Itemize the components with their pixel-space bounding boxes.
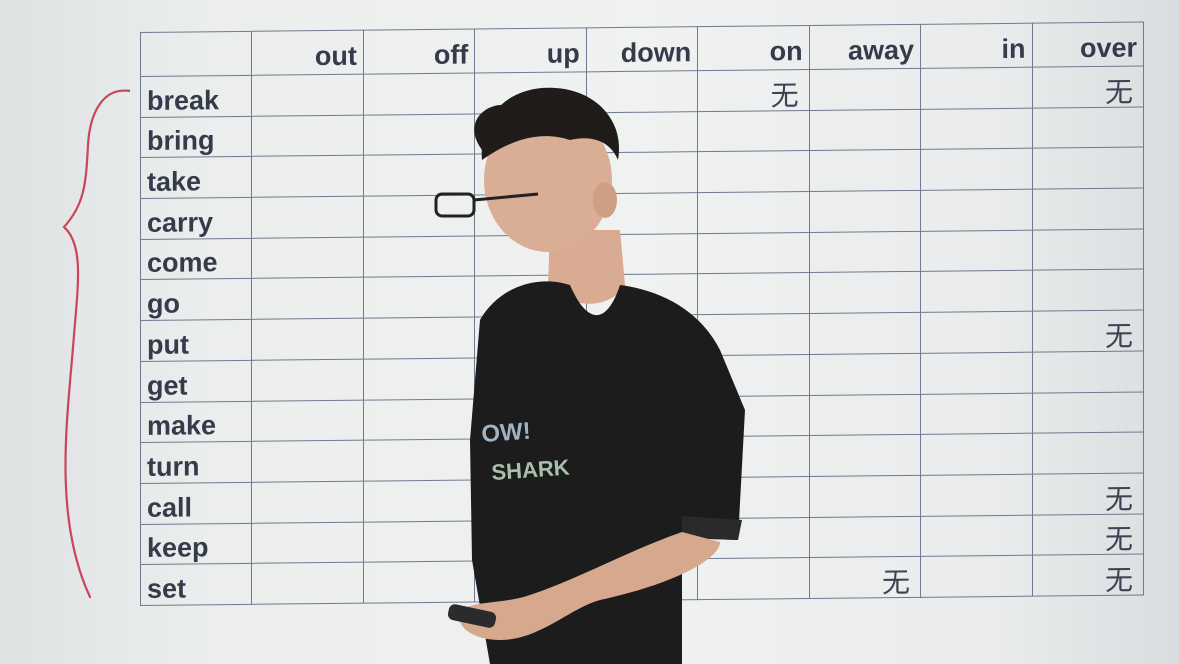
table-cell: 无 xyxy=(809,556,921,599)
table-cell xyxy=(1032,432,1144,475)
column-header xyxy=(140,31,252,77)
row-header-verb: break xyxy=(140,75,252,118)
table-cell xyxy=(1032,228,1144,271)
column-header: in xyxy=(920,23,1032,69)
glasses-icon xyxy=(434,192,476,218)
table-cell xyxy=(251,358,364,401)
table-cell xyxy=(920,351,1032,394)
table-cell xyxy=(920,67,1032,110)
table-cell xyxy=(920,270,1032,313)
row-header-verb: go xyxy=(140,278,252,321)
table-cell: 无 xyxy=(1032,554,1144,597)
table-cell xyxy=(251,318,364,361)
table-cell xyxy=(809,190,921,233)
table-cell xyxy=(809,109,921,151)
column-header: on xyxy=(697,25,810,71)
table-cell xyxy=(920,514,1032,557)
table-cell xyxy=(920,107,1032,150)
table-cell: 无 xyxy=(1032,310,1144,353)
table-cell xyxy=(920,189,1032,232)
table-cell xyxy=(251,196,364,239)
ear xyxy=(593,182,617,218)
table-cell xyxy=(809,312,921,355)
table-cell xyxy=(809,434,921,477)
row-header-verb: put xyxy=(140,319,252,362)
table-cell xyxy=(251,74,364,117)
row-header-verb: turn xyxy=(140,441,252,484)
row-header-verb: bring xyxy=(140,116,252,158)
table-cell: 无 xyxy=(1032,65,1144,109)
column-header: away xyxy=(809,24,921,70)
row-header-verb: call xyxy=(140,482,252,525)
table-cell xyxy=(809,393,921,436)
table-cell xyxy=(920,555,1032,598)
column-header: off xyxy=(363,28,475,75)
table-cell xyxy=(251,440,364,483)
table-cell xyxy=(1032,106,1144,149)
table-cell xyxy=(251,155,364,198)
column-header: out xyxy=(251,30,364,76)
table-cell xyxy=(1032,188,1144,230)
table-cell xyxy=(920,474,1032,516)
table-cell xyxy=(251,399,364,442)
table-cell xyxy=(1032,147,1144,190)
table-cell xyxy=(920,433,1032,476)
red-curly-brace xyxy=(62,89,130,599)
table-cell: 无 xyxy=(1032,472,1144,515)
shirt-print-line1: OW! xyxy=(481,418,532,448)
row-header-verb: set xyxy=(140,563,252,606)
table-cell xyxy=(920,392,1032,435)
table-cell xyxy=(920,311,1032,354)
table-cell xyxy=(1032,391,1144,434)
column-header: down xyxy=(586,26,698,72)
row-header-verb: make xyxy=(140,400,252,443)
table-cell xyxy=(920,148,1032,191)
table-cell xyxy=(809,231,921,273)
table-cell xyxy=(809,271,921,314)
table-cell xyxy=(809,149,921,192)
table-cell: 无 xyxy=(1032,513,1144,556)
row-header-verb: get xyxy=(140,360,252,402)
column-header: up xyxy=(474,27,587,73)
row-header-verb: take xyxy=(140,156,252,199)
teacher-figure: OW! SHARK xyxy=(434,87,745,664)
table-cell xyxy=(809,353,921,395)
table-cell xyxy=(251,562,364,605)
table-cell xyxy=(251,114,364,157)
table-cell xyxy=(251,481,364,523)
table-cell xyxy=(809,68,921,111)
table-cell xyxy=(251,236,364,279)
column-header: over xyxy=(1032,21,1144,68)
table-cell xyxy=(920,229,1032,272)
table-cell xyxy=(251,521,364,564)
row-header-verb: carry xyxy=(140,197,252,240)
table-cell xyxy=(1032,269,1144,312)
row-header-verb: come xyxy=(140,238,252,280)
table-cell xyxy=(1032,350,1144,393)
row-header-verb: keep xyxy=(140,522,252,565)
table-cell xyxy=(809,515,921,558)
table-cell xyxy=(251,277,364,320)
table-cell xyxy=(809,475,921,518)
